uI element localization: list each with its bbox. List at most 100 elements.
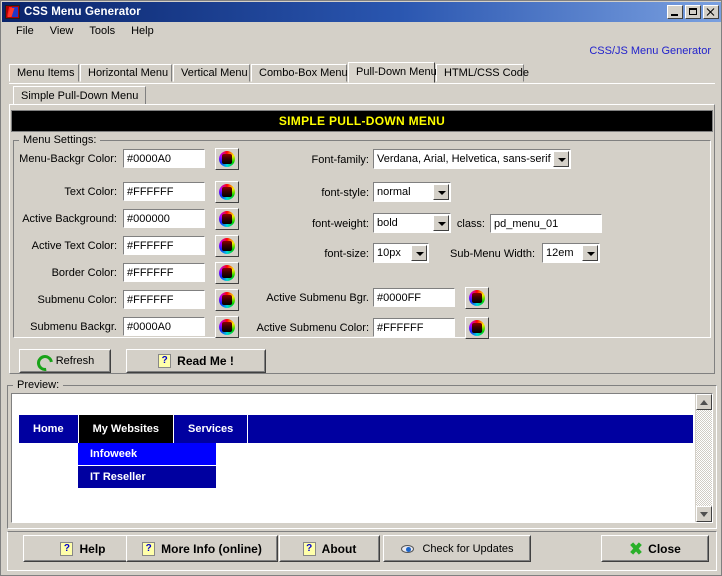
window-title: CSS Menu Generator (24, 6, 141, 18)
app-lightning-icon (5, 5, 20, 19)
input-active-submenu-bgr[interactable] (373, 288, 455, 307)
preview-submenu-item-infoweek[interactable]: Infoweek (78, 443, 216, 466)
tab-combo-box-menu[interactable]: Combo-Box Menu (251, 64, 348, 82)
select-font-weight-value: bold (377, 217, 398, 229)
input-submenu-backgr[interactable] (123, 317, 205, 336)
about-button-label: About (321, 541, 357, 556)
label-font-family: Font-family: (311, 154, 369, 166)
label-menu-backgr-color: Menu-Backgr Color: (19, 153, 117, 165)
select-sub-menu-width[interactable]: 12em (542, 243, 600, 263)
color-wheel-icon-active-submenu-color[interactable] (465, 317, 489, 339)
color-wheel-icon-active-text-color[interactable] (215, 235, 239, 257)
preview-menu-item-my-websites[interactable]: My Websites (78, 415, 174, 443)
chevron-down-icon-font-family[interactable] (553, 151, 569, 167)
label-active-text-color: Active Text Color: (31, 240, 117, 252)
close-button[interactable]: Close (601, 535, 709, 562)
select-font-weight[interactable]: bold (373, 213, 451, 233)
maximize-button[interactable] (685, 5, 701, 19)
select-font-family-value: Verdana, Arial, Helvetica, sans-serif (377, 153, 551, 165)
select-sub-menu-width-value: 12em (546, 247, 574, 259)
color-wheel-icon-submenu-color[interactable] (215, 289, 239, 311)
preview-scrollbar[interactable] (695, 394, 712, 522)
tab-html-css-code[interactable]: HTML/CSS Code (436, 64, 529, 82)
menu-tools[interactable]: Tools (81, 24, 123, 38)
select-font-family[interactable]: Verdana, Arial, Helvetica, sans-serif (373, 149, 571, 169)
preview-menu-item-home[interactable]: Home (19, 415, 79, 443)
tab-vertical-menu[interactable]: Vertical Menu (173, 64, 250, 82)
help-button[interactable]: ? Help (23, 535, 143, 562)
input-class[interactable] (490, 214, 602, 233)
color-wheel-icon-submenu-backgr[interactable] (215, 316, 239, 338)
chevron-down-icon-font-style[interactable] (433, 184, 449, 200)
label-active-submenu-bgr: Active Submenu Bgr. (266, 292, 369, 304)
menu-view[interactable]: View (42, 24, 82, 38)
application-window: CSS Menu Generator File View Tools Help … (0, 0, 722, 576)
eye-icon-check-updates (400, 542, 416, 555)
color-wheel-icon-border-color[interactable] (215, 262, 239, 284)
tab-strip: Menu Items Horizontal Menu Vertical Menu… (9, 62, 715, 83)
color-wheel-icon-active-submenu-bgr[interactable] (465, 287, 489, 309)
label-font-size: font-size: (324, 248, 369, 260)
about-button[interactable]: ? About (279, 535, 380, 562)
color-wheel-icon-text-color[interactable] (215, 181, 239, 203)
tab-pull-down-menu[interactable]: Pull-Down Menu (348, 62, 437, 83)
sub-tab-strip: Simple Pull-Down Menu (9, 83, 715, 105)
label-submenu-color: Submenu Color: (37, 294, 118, 306)
select-font-style[interactable]: normal (373, 182, 451, 202)
preview-menu-item-services[interactable]: Services (174, 415, 249, 443)
menu-file[interactable]: File (8, 24, 42, 38)
label-sub-menu-width: Sub-Menu Width: (450, 248, 535, 260)
label-active-submenu-color: Active Submenu Color: (256, 322, 370, 334)
close-x-icon (629, 542, 642, 555)
color-wheel-icon-active-background[interactable] (215, 208, 239, 230)
sub-tab-simple-pull-down-menu[interactable]: Simple Pull-Down Menu (13, 86, 147, 105)
read-me-button[interactable]: ? Read Me ! (126, 349, 266, 373)
input-border-color[interactable] (123, 263, 205, 282)
menu-help[interactable]: Help (123, 24, 162, 38)
input-text-color[interactable] (123, 182, 205, 201)
select-font-size[interactable]: 10px (373, 243, 429, 263)
preview-submenu-item-it-reseller[interactable]: IT Reseller (78, 466, 216, 489)
minimize-button[interactable] (667, 5, 683, 19)
chevron-down-icon-font-size[interactable] (411, 245, 427, 261)
input-menu-backgr-color[interactable] (123, 149, 205, 168)
product-link[interactable]: CSS/JS Menu Generator (589, 45, 711, 57)
title-bar: CSS Menu Generator (2, 2, 721, 22)
read-me-button-label: Read Me ! (177, 354, 234, 368)
chevron-down-icon-sub-menu-width[interactable] (582, 245, 598, 261)
more-info-button-label: More Info (online) (161, 541, 262, 556)
label-font-weight: font-weight: (312, 218, 369, 230)
scrollbar-track[interactable] (696, 410, 712, 506)
preview-group-title: Preview: (13, 379, 64, 391)
check-updates-button[interactable]: Check for Updates (383, 535, 531, 562)
label-border-color: Border Color: (51, 267, 117, 279)
close-button-label: Close (648, 541, 681, 556)
question-icon-about: ? (302, 541, 316, 556)
input-submenu-color[interactable] (123, 290, 205, 309)
color-wheel-icon-menu-backgr[interactable] (215, 148, 239, 170)
more-info-button[interactable]: ? More Info (online) (126, 535, 278, 562)
preview-menu-bar: Home My Websites Services (19, 415, 693, 443)
input-active-background[interactable] (123, 209, 205, 228)
input-active-text-color[interactable] (123, 236, 205, 255)
refresh-button[interactable]: Refresh (19, 349, 111, 373)
scroll-up-icon[interactable] (696, 394, 712, 410)
menu-bar: File View Tools Help (2, 22, 721, 40)
scroll-down-icon[interactable] (696, 506, 712, 522)
input-active-submenu-color[interactable] (373, 318, 455, 337)
preview-submenu: Infoweek IT Reseller (78, 443, 216, 489)
check-updates-button-label: Check for Updates (422, 542, 514, 555)
menu-settings-group-title: Menu Settings: (19, 134, 101, 146)
close-window-button[interactable] (703, 5, 719, 19)
tab-menu-items[interactable]: Menu Items (9, 64, 79, 82)
tab-horizontal-menu[interactable]: Horizontal Menu (80, 64, 172, 82)
label-class: class: (456, 218, 485, 230)
question-icon-read-me: ? (158, 354, 172, 368)
label-active-background: Active Background: (22, 213, 117, 225)
section-banner: SIMPLE PULL-DOWN MENU (11, 110, 713, 132)
window-controls (667, 5, 719, 19)
question-icon-help: ? (60, 541, 74, 556)
refresh-icon (36, 354, 50, 368)
menu-settings-group (13, 140, 711, 338)
question-icon-more-info: ? (142, 541, 156, 556)
